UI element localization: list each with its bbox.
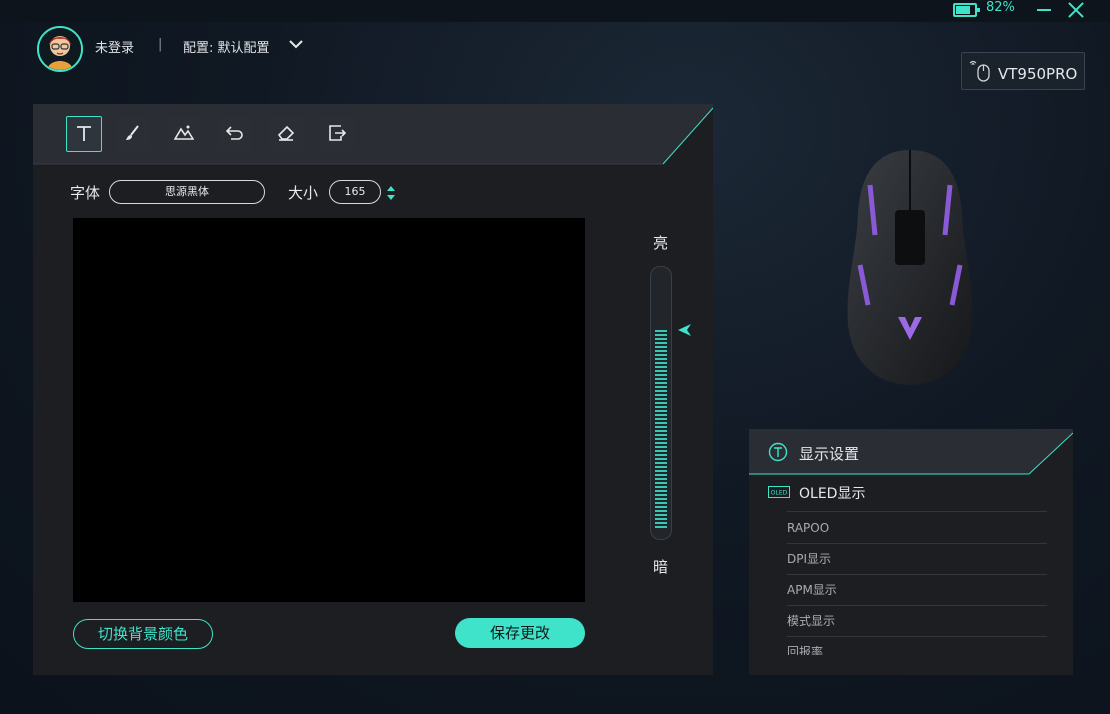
oled-display-title[interactable]: OLED显示	[799, 483, 865, 503]
brush-tool-button[interactable]	[116, 116, 150, 150]
brightness-high-label: 亮	[653, 234, 669, 252]
header-separator: |	[158, 37, 163, 52]
profile-selector[interactable]: 配置: 默认配置	[183, 37, 270, 56]
battery-percent: 82%	[986, 0, 1015, 15]
mouse-product-image	[847, 150, 973, 385]
brightness-slider-handle[interactable]	[678, 321, 692, 336]
size-label: 大小	[288, 184, 319, 202]
export-icon	[329, 125, 347, 141]
avatar-icon	[39, 28, 81, 70]
wireless-mouse-icon	[969, 60, 990, 82]
brightness-low-label: 暗	[653, 558, 669, 576]
text-circle-icon	[768, 442, 788, 462]
brush-icon	[126, 125, 139, 140]
close-button[interactable]	[1066, 0, 1086, 20]
list-item-report-rate[interactable]: 回报率	[787, 637, 1047, 655]
save-changes-button[interactable]: 保存更改	[455, 618, 585, 648]
display-settings-title: 显示设置	[799, 445, 860, 463]
eraser-icon	[277, 125, 295, 141]
oled-canvas[interactable]	[73, 218, 585, 602]
export-tool-button[interactable]	[320, 116, 354, 150]
font-select[interactable]: 思源黑体	[109, 180, 265, 204]
image-tool-button[interactable]	[167, 116, 201, 150]
display-settings-header	[749, 429, 1073, 475]
list-item-rapoo[interactable]: RAPOO	[787, 513, 1047, 544]
minimize-button[interactable]	[1037, 2, 1053, 18]
list-item-dpi[interactable]: DPI显示	[787, 544, 1047, 575]
avatar[interactable]	[37, 26, 83, 72]
brightness-level-fill	[655, 330, 667, 530]
undo-tool-button[interactable]	[218, 116, 252, 150]
login-status[interactable]: 未登录	[95, 37, 134, 56]
battery-icon	[953, 3, 980, 17]
eraser-tool-button[interactable]	[269, 116, 303, 150]
font-label: 字体	[70, 184, 101, 202]
text-tool-button[interactable]	[66, 116, 102, 152]
divider	[787, 511, 1047, 512]
image-icon	[174, 125, 194, 140]
list-item-apm[interactable]: APM显示	[787, 575, 1047, 606]
device-name: VT950PRO	[998, 65, 1078, 83]
oled-badge: OLED	[771, 490, 788, 497]
size-input[interactable]: 165	[329, 180, 381, 204]
switch-background-color-button[interactable]: 切换背景颜色	[73, 619, 213, 649]
size-stepper-icon[interactable]	[386, 184, 396, 202]
undo-icon	[225, 126, 243, 140]
text-icon	[77, 126, 91, 141]
title-bar	[0, 0, 1110, 22]
list-item-mode[interactable]: 模式显示	[787, 606, 1047, 637]
chevron-down-icon[interactable]	[288, 36, 304, 52]
oled-icon: OLED	[768, 486, 790, 498]
